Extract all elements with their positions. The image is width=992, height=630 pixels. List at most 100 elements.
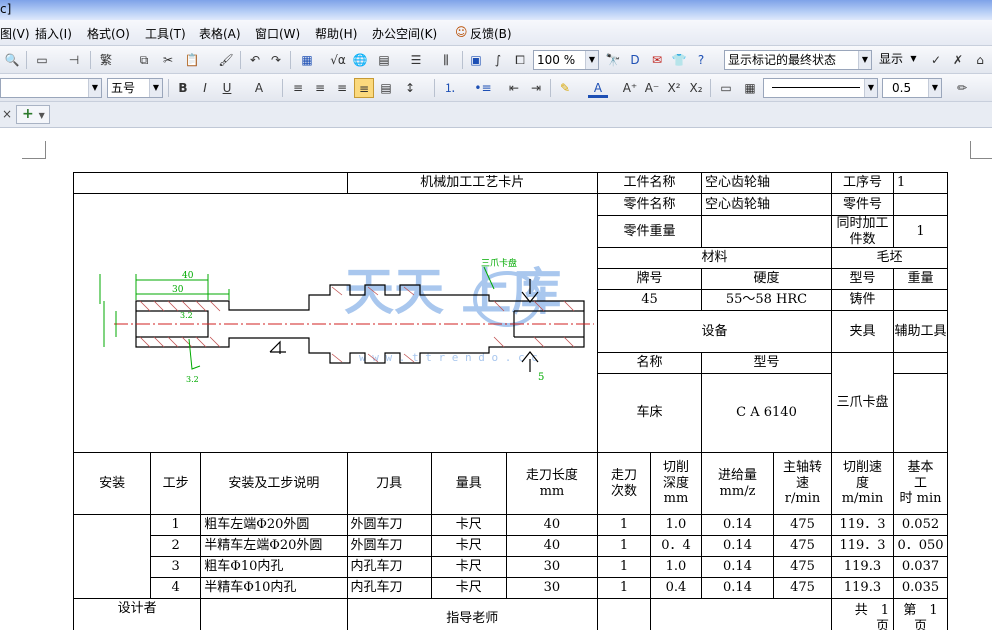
line-width-select[interactable]: 0.5 磅 ▼	[882, 78, 942, 98]
col-feed-title: 进给量	[717, 468, 757, 484]
feedback-icon: ☺	[455, 25, 468, 39]
font-name-select[interactable]: ▼	[0, 78, 102, 98]
equipment-name-label: 名称	[597, 352, 702, 375]
print-preview-icon[interactable]: 🔍	[2, 50, 22, 70]
find-icon[interactable]: 🔭	[603, 50, 623, 70]
paste-icon[interactable]: 📋	[182, 50, 202, 70]
bold-icon[interactable]: B	[173, 78, 193, 98]
col-basic-time: 基本工时 min	[893, 452, 948, 516]
subscript-icon[interactable]: X₂	[686, 78, 706, 98]
pen-color-icon[interactable]: ✏	[952, 78, 972, 98]
font-color-icon[interactable]: A	[588, 78, 608, 98]
numbering-icon[interactable]: ⒈	[440, 78, 460, 98]
table-row: 3 粗车Φ10内孔 内孔车刀 卡尺 30 1 1.0 0.14 475 119.…	[74, 556, 948, 579]
row-passes: 1	[597, 556, 651, 579]
part-name-value: 空心齿轮轴	[701, 193, 832, 216]
track-changes-select[interactable]: 显示标记的最终状态 ▼	[724, 50, 872, 70]
undo-icon[interactable]: ↶	[245, 50, 265, 70]
mail-icon[interactable]: ✉	[647, 50, 667, 70]
highlight-icon[interactable]: ✎	[555, 78, 575, 98]
row-speed: 119.3	[831, 556, 894, 579]
table-insert-icon[interactable]: ▦	[297, 50, 317, 70]
split-icon[interactable]: ⊣	[64, 50, 84, 70]
border-icon[interactable]: ▭	[716, 78, 736, 98]
hardness-value: 55～58 HRC	[701, 289, 832, 312]
review-icon[interactable]: D	[625, 50, 645, 70]
chevron-down-icon[interactable]: ▼	[864, 79, 877, 97]
part-weight-label: 零件重量	[597, 214, 702, 249]
underline-icon[interactable]: U	[217, 78, 237, 98]
menu-help[interactable]: 帮助(H)	[315, 25, 357, 42]
redo-icon[interactable]: ↷	[266, 50, 286, 70]
traditional-chinese-icon[interactable]: 繁	[96, 50, 116, 70]
chevron-down-icon[interactable]: ▼	[928, 79, 941, 97]
menu-table[interactable]: 表格(A)	[199, 25, 241, 42]
zoom-select[interactable]: 100 % ▼	[533, 50, 599, 70]
chart-icon[interactable]: ⫼	[436, 50, 456, 70]
new-document-button[interactable]: + ▼	[16, 105, 50, 124]
formula-icon[interactable]: √α	[328, 50, 348, 70]
char-shading-icon[interactable]: A	[249, 78, 269, 98]
menu-format[interactable]: 格式(O)	[87, 25, 130, 42]
hyperlink-icon[interactable]: 🌐	[350, 50, 370, 70]
shaft-drawing-svg: 天天 上库 w w w . t t r e n d o . c c 40 30 …	[99, 257, 594, 384]
type-value: 铸件	[831, 289, 894, 312]
shirt-icon[interactable]: 👕	[669, 50, 689, 70]
toolbar-separator	[240, 51, 241, 69]
table-border-icon[interactable]: ▦	[740, 78, 760, 98]
distributed-icon[interactable]: ▤	[376, 78, 396, 98]
chevron-down-icon[interactable]: ▼	[907, 50, 920, 68]
chevron-down-icon[interactable]: ▼	[88, 79, 101, 97]
row-feed: 0.14	[701, 556, 774, 579]
menu-insert[interactable]: 插入(I)	[35, 25, 72, 42]
row-feed: 0.14	[701, 577, 774, 600]
grow-font-icon[interactable]: A⁺	[620, 78, 640, 98]
menu-office-space[interactable]: 办公空间(K)	[372, 25, 437, 42]
columns-icon[interactable]: ☰	[406, 50, 426, 70]
font-size-select[interactable]: 五号 ▼	[107, 78, 163, 98]
row-tool: 内孔车刀	[346, 577, 432, 600]
superscript-icon[interactable]: X²	[664, 78, 684, 98]
align-center-icon[interactable]: ≡	[310, 78, 330, 98]
align-left-icon[interactable]: ≡	[288, 78, 308, 98]
cut-icon[interactable]: ✂	[158, 50, 178, 70]
increase-indent-icon[interactable]: ⇥	[526, 78, 546, 98]
shape-icon[interactable]: ∫	[488, 50, 508, 70]
table-icon[interactable]: ▤	[374, 50, 394, 70]
menu-feedback[interactable]: 反馈(B)	[470, 25, 512, 42]
close-icon[interactable]: ×	[2, 107, 12, 121]
show-select[interactable]: 显示 ▼	[876, 50, 920, 70]
title-blank-cell	[73, 172, 348, 194]
menu-tools[interactable]: 工具(T)	[145, 25, 186, 42]
roughness-a: 3.2	[180, 311, 193, 320]
row-time: 0.035	[893, 577, 948, 600]
page-setup-icon[interactable]: ▭	[32, 50, 52, 70]
picture-icon[interactable]: ▣	[466, 50, 486, 70]
chevron-down-icon[interactable]: ▼	[858, 51, 871, 69]
menu-window[interactable]: 窗口(W)	[255, 25, 300, 42]
decrease-indent-icon[interactable]: ⇤	[504, 78, 524, 98]
reject-change-icon[interactable]: ✗	[948, 50, 968, 70]
justify-icon[interactable]: ≡	[354, 78, 374, 98]
menu-view[interactable]: 图(V)	[0, 25, 30, 42]
toolbar-separator	[90, 51, 91, 69]
bullets-icon[interactable]: •≡	[473, 78, 493, 98]
format-painter-icon[interactable]: 🖌	[216, 50, 236, 70]
accept-change-icon[interactable]: ✓	[926, 50, 946, 70]
chevron-down-icon[interactable]: ▼	[149, 79, 162, 97]
line-spacing-icon[interactable]: ↕	[400, 78, 420, 98]
line-style-select[interactable]: ▼	[763, 78, 878, 98]
copy-icon[interactable]: ⧉	[134, 50, 154, 70]
shrink-font-icon[interactable]: A⁻	[642, 78, 662, 98]
document-map-icon[interactable]: ⧠	[510, 50, 530, 70]
toolbar-separator	[550, 79, 551, 97]
next-change-icon[interactable]: ⌂	[970, 50, 990, 70]
help-icon[interactable]: ?	[691, 50, 711, 70]
document-tab-bar: × + ▼	[0, 102, 992, 128]
align-right-icon[interactable]: ≡	[332, 78, 352, 98]
chevron-down-icon[interactable]: ▼	[585, 51, 598, 69]
row-length: 30	[505, 577, 599, 600]
part-name-label: 零件名称	[597, 193, 702, 216]
title-bar: c]	[0, 0, 992, 20]
italic-icon[interactable]: I	[195, 78, 215, 98]
